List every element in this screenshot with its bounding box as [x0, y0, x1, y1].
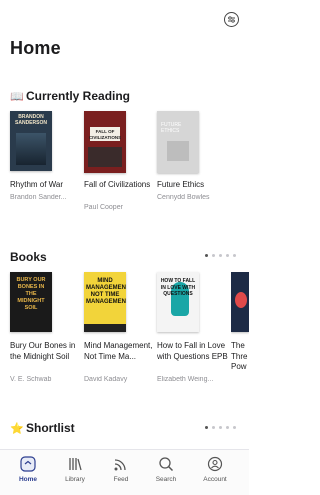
tab-home[interactable]: Home	[6, 456, 50, 483]
cover-text: HOW TO FALL IN LOVE WITH QUESTIONS	[160, 278, 196, 297]
cover-text: BURY OUR BONES IN THE MIDNIGHT SOIL	[16, 277, 46, 311]
tab-search[interactable]: Search	[144, 456, 188, 483]
book-title: Future Ethics	[157, 180, 205, 189]
page-title: Home	[10, 38, 61, 58]
page-dots[interactable]	[205, 426, 236, 429]
page-dots[interactable]	[205, 254, 236, 257]
book-title: Rhythm of War	[10, 180, 64, 189]
tab-label: Library	[65, 476, 85, 483]
tab-account[interactable]: Account	[193, 456, 237, 483]
book-author: Elizabeth Weing...	[157, 376, 214, 383]
search-icon	[159, 457, 174, 472]
book-title: Bury Our Bones in the Midnight Soil	[10, 341, 76, 361]
book-card[interactable]: The Thre Pow	[231, 272, 249, 387]
book-cover[interactable]: MIND MANAGEMENT, NOT TIME MANAGEMENT	[84, 272, 126, 332]
book-emoji-icon: 📖	[10, 90, 24, 103]
book-cover[interactable]: FUTURE ETHICS	[157, 111, 199, 173]
book-title: How to Fall in Love with Questions EPB	[157, 341, 228, 361]
books-heading[interactable]: Books	[10, 250, 47, 264]
book-title: The Thre Pow	[231, 341, 248, 371]
book-author: David Kadavy	[84, 376, 128, 383]
tab-label: Account	[203, 476, 227, 483]
book-author: V. E. Schwab	[10, 376, 52, 383]
book-title: Mind Management, Not Time Ma...	[84, 341, 153, 361]
cover-text: MIND MANAGEMENT, NOT TIME MANAGEMENT	[86, 278, 126, 305]
cover-text: FALL OF CIVILIZATIONS	[88, 129, 122, 140]
tab-feed[interactable]: Feed	[99, 456, 143, 483]
sliders-icon[interactable]	[224, 12, 239, 27]
book-cover[interactable]	[231, 272, 249, 332]
library-icon	[69, 458, 82, 471]
account-icon	[207, 456, 223, 472]
home-icon	[20, 456, 36, 472]
section-title: Shortlist	[26, 421, 75, 435]
section-title: Currently Reading	[26, 89, 131, 103]
book-author: Brandon Sander...	[10, 194, 67, 201]
cover-text: BRANDON SANDERSON	[15, 114, 47, 126]
book-author: Cennydd Bowles	[157, 194, 210, 201]
tab-label: Home	[18, 476, 38, 483]
tab-bar: Home Library Feed Search Account	[0, 449, 249, 495]
book-author: Paul Cooper	[84, 204, 123, 211]
book-cover[interactable]: BRANDON SANDERSON	[10, 111, 52, 171]
shortlist-heading[interactable]: ⭐ Shortlist	[10, 421, 75, 435]
tab-library[interactable]: Library	[53, 456, 97, 483]
tab-label: Feed	[113, 476, 129, 483]
section-title: Books	[10, 250, 47, 264]
book-cover[interactable]: HOW TO FALL IN LOVE WITH QUESTIONS	[157, 272, 199, 332]
book-title: Fall of Civilizations	[84, 180, 151, 189]
book-cover[interactable]: FALL OF CIVILIZATIONS	[84, 111, 126, 173]
currently-reading-heading[interactable]: 📖 Currently Reading	[10, 89, 130, 103]
tab-label: Search	[155, 476, 177, 483]
book-cover[interactable]: BURY OUR BONES IN THE MIDNIGHT SOIL	[10, 272, 52, 332]
feed-icon	[114, 459, 126, 471]
cover-text: FUTURE ETHICS	[161, 122, 182, 134]
star-emoji-icon: ⭐	[10, 422, 24, 435]
